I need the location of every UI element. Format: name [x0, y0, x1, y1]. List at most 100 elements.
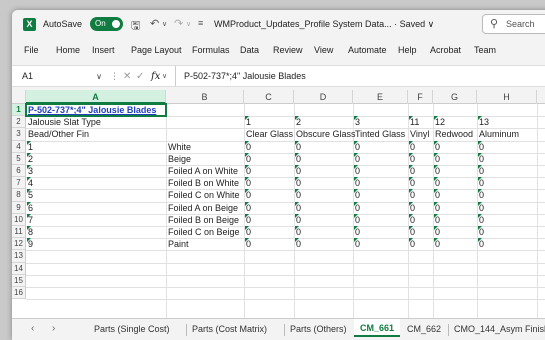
row-header-2[interactable]: 2 [12, 116, 26, 129]
cell-a12[interactable]: 9 [27, 238, 33, 250]
cell-e12[interactable]: 0 [354, 238, 360, 250]
cell-d2[interactable]: 2 [295, 116, 301, 128]
row-header-9[interactable]: 9 [12, 201, 26, 214]
menu-formulas[interactable]: Formulas [192, 45, 230, 55]
cancel-icon[interactable]: ✕ [123, 68, 131, 85]
cell-e10[interactable]: 0 [354, 213, 360, 226]
cell-g12[interactable]: 0 [434, 238, 440, 250]
more-options-icon[interactable]: ⋮ [110, 68, 119, 85]
sheet-tab-cm-662[interactable]: CM_662 [407, 324, 441, 334]
cell-f11[interactable]: 0 [409, 226, 415, 238]
cell-h10[interactable]: 0 [478, 213, 484, 226]
menu-view[interactable]: View [314, 45, 333, 55]
autosave-toggle[interactable]: On [90, 17, 123, 31]
cell-f7[interactable]: 0 [409, 177, 415, 189]
cell-d10[interactable]: 0 [295, 213, 301, 226]
cell-g7[interactable]: 0 [434, 177, 440, 189]
cell-b12[interactable]: Paint [167, 238, 189, 250]
cell-b10[interactable]: Foiled B on Beige [167, 214, 239, 226]
cell-a2[interactable]: Jalousie Slat Type [27, 116, 101, 128]
save-icon[interactable]: 🖫 [131, 17, 140, 36]
cell-a3[interactable]: Bead/Other Fin [27, 128, 89, 140]
cell-g2[interactable]: 12 [434, 116, 445, 128]
cell-b5[interactable]: Beige [167, 153, 191, 165]
cell-b11[interactable]: Foiled C on Beige [167, 226, 240, 238]
cell-a9[interactable]: 6 [27, 201, 33, 214]
row-header-10[interactable]: 10 [12, 213, 26, 226]
cell-h8[interactable]: 0 [478, 189, 484, 201]
cell-a4[interactable]: 1 [27, 140, 33, 153]
cell-h12[interactable]: 0 [478, 238, 484, 250]
cell-f8[interactable]: 0 [409, 189, 415, 201]
undo-icon[interactable]: ↶ [150, 17, 159, 30]
cell-d7[interactable]: 0 [295, 177, 301, 189]
cell-f5[interactable]: 0 [409, 152, 415, 165]
cell-e8[interactable]: 0 [354, 189, 360, 201]
cell-d12[interactable]: 0 [295, 238, 301, 250]
cell-b7[interactable]: Foiled B on White [167, 177, 239, 189]
cell-c8[interactable]: 0 [245, 189, 251, 201]
row-header-14[interactable]: 14 [12, 262, 26, 275]
cell-c5[interactable]: 0 [245, 152, 251, 165]
check-icon[interactable]: ✓ [136, 68, 144, 85]
cell-g5[interactable]: 0 [434, 152, 440, 165]
cell-d4[interactable]: 0 [295, 140, 301, 153]
cell-e3[interactable]: Tinted Glass [354, 128, 405, 140]
customize-toolbar-icon[interactable]: ≡ [198, 18, 203, 28]
cell-a8[interactable]: 5 [27, 189, 33, 201]
cell-g10[interactable]: 0 [434, 213, 440, 226]
cell-b9[interactable]: Foiled A on Beige [167, 202, 238, 214]
row-header-1[interactable]: 1 [12, 104, 26, 117]
cell-d11[interactable]: 0 [295, 226, 301, 238]
cell-h5[interactable]: 0 [478, 152, 484, 165]
cell-e6[interactable]: 0 [354, 165, 360, 177]
row-header-8[interactable]: 8 [12, 189, 26, 202]
cell-h6[interactable]: 0 [478, 165, 484, 177]
menu-data[interactable]: Data [240, 45, 259, 55]
cell-c10[interactable]: 0 [245, 213, 251, 226]
cell-d9[interactable]: 0 [295, 201, 301, 214]
row-header-4[interactable]: 4 [12, 140, 26, 153]
column-header-h[interactable]: H [477, 90, 537, 104]
cell-f2[interactable]: 11 [409, 116, 419, 128]
cell-d5[interactable]: 0 [295, 152, 301, 165]
cell-e5[interactable]: 0 [354, 152, 360, 165]
sheet-tab-cmo-144[interactable]: CMO_144_Asym Finish [454, 324, 545, 334]
cell-f6[interactable]: 0 [409, 165, 415, 177]
column-header-b[interactable]: B [166, 90, 244, 104]
cell-f12[interactable]: 0 [409, 238, 415, 250]
cell-a6[interactable]: 3 [27, 165, 33, 177]
cell-c12[interactable]: 0 [245, 238, 251, 250]
chevron-down-icon[interactable]: ∨ [96, 68, 102, 85]
cell-g11[interactable]: 0 [434, 226, 440, 238]
column-header-e[interactable]: E [353, 90, 408, 104]
next-sheet-icon[interactable]: › [52, 323, 55, 334]
name-box[interactable]: A1 ∨ [12, 68, 106, 85]
cell-h4[interactable]: 0 [478, 140, 484, 153]
menu-review[interactable]: Review [273, 45, 303, 55]
cell-g3[interactable]: Redwood [434, 128, 473, 140]
cell-e4[interactable]: 0 [354, 140, 360, 153]
cell-d3[interactable]: Obscure Glass [295, 128, 356, 140]
cell-d8[interactable]: 0 [295, 189, 301, 201]
column-header-i[interactable]: I [537, 90, 545, 104]
cell-h2[interactable]: 13 [478, 116, 489, 128]
column-header-g[interactable]: G [433, 90, 477, 104]
cell-h3[interactable]: Aluminum [478, 128, 519, 140]
column-header-f[interactable]: F [408, 90, 433, 104]
cell-b4[interactable]: White [167, 141, 191, 153]
cell-c9[interactable]: 0 [245, 201, 251, 214]
cell-c4[interactable]: 0 [245, 140, 251, 153]
cell-g4[interactable]: 0 [434, 140, 440, 153]
column-header-d[interactable]: D [294, 90, 353, 104]
row-header-15[interactable]: 15 [12, 274, 26, 287]
sheet-tab-parts-others[interactable]: Parts (Others) [290, 324, 347, 334]
sheet-tab-cm-661[interactable]: CM_661 [354, 319, 401, 337]
expand-formula-icon[interactable]: ∨ [162, 68, 167, 85]
spreadsheet-grid[interactable]: ABCDEFGHI 12345678910111213141516P-502-7… [12, 90, 545, 320]
redo-icon[interactable]: ↷ [174, 17, 183, 30]
cell-f10[interactable]: 0 [409, 213, 415, 226]
menu-acrobat[interactable]: Acrobat [430, 45, 461, 55]
cell-a7[interactable]: 4 [27, 177, 33, 189]
row-header-6[interactable]: 6 [12, 165, 26, 178]
